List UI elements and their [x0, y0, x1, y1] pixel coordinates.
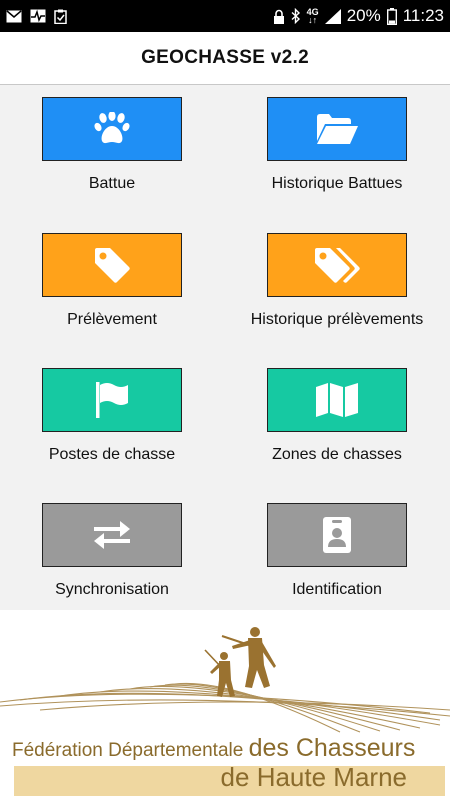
- flag-icon: [96, 382, 128, 418]
- identification-label: Identification: [292, 581, 382, 598]
- status-bar: 4G ↓↑ 20% 11:23: [0, 0, 450, 32]
- battue-button[interactable]: [42, 97, 182, 161]
- tags-icon: [315, 248, 360, 283]
- hunters-illustration: [0, 627, 450, 733]
- menu-tile-historique-prelevements: Historique prélèvements: [247, 233, 427, 329]
- menu-tile-identification: Identification: [247, 503, 427, 599]
- battery-icon: [386, 7, 397, 25]
- zones-de-chasses-label: Zones de chasses: [272, 446, 402, 463]
- synchronisation-label: Synchronisation: [55, 581, 169, 598]
- federation-suffix: des Chasseurs: [248, 734, 416, 762]
- zones-de-chasses-button[interactable]: [267, 368, 407, 432]
- tag-icon: [95, 248, 130, 283]
- menu-tile-synchronisation: Synchronisation: [22, 503, 202, 599]
- historique-battues-label: Historique Battues: [271, 175, 403, 192]
- identification-button[interactable]: [267, 503, 407, 567]
- battue-label: Battue: [88, 175, 136, 192]
- map-icon: [316, 383, 358, 417]
- paw-icon: [94, 112, 130, 144]
- prelevement-label: Prélèvement: [67, 311, 157, 328]
- exchange-icon: [94, 521, 130, 549]
- clipboard-check-icon: [54, 9, 67, 24]
- id-badge-icon: [323, 517, 351, 553]
- signal-icon: [324, 8, 341, 24]
- federation-logo: Fédération Départementale des Chasseurs …: [0, 610, 450, 800]
- battery-percent: 20%: [346, 6, 381, 25]
- bluetooth-icon: [291, 8, 300, 24]
- federation-name-line1: Fédération Départementale des Chasseurs: [12, 734, 415, 763]
- menu-tile-prelevement: Prélèvement: [22, 233, 202, 329]
- historique-prelevements-label: Historique prélèvements: [250, 311, 424, 328]
- postes-de-chasse-label: Postes de chasse: [48, 446, 176, 463]
- historique-prelevements-button[interactable]: [267, 233, 407, 297]
- menu-tile-zones-de-chasses: Zones de chasses: [247, 368, 427, 464]
- lock-icon: [273, 9, 284, 24]
- menu-tile-battue: Battue: [22, 97, 202, 193]
- app-bar: GEOCHASSE v2.2: [0, 32, 450, 85]
- prelevement-button[interactable]: [42, 233, 182, 297]
- postes-de-chasse-button[interactable]: [42, 368, 182, 432]
- synchronisation-button[interactable]: [42, 503, 182, 567]
- network-type: 4G ↓↑: [306, 7, 319, 25]
- menu-tile-postes-de-chasse: Postes de chasse: [22, 368, 202, 464]
- menu-tile-historique-battues: Historique Battues: [247, 97, 427, 193]
- federation-prefix: Fédération Départementale: [12, 740, 244, 761]
- federation-name-line2: de Haute Marne: [220, 762, 407, 792]
- app-title: GEOCHASSE v2.2: [141, 47, 309, 68]
- folder-open-icon: [317, 114, 358, 144]
- clock: 11:23: [402, 6, 444, 25]
- email-icon: [6, 9, 22, 22]
- historique-battues-button[interactable]: [267, 97, 407, 161]
- pulse-icon: [30, 9, 46, 23]
